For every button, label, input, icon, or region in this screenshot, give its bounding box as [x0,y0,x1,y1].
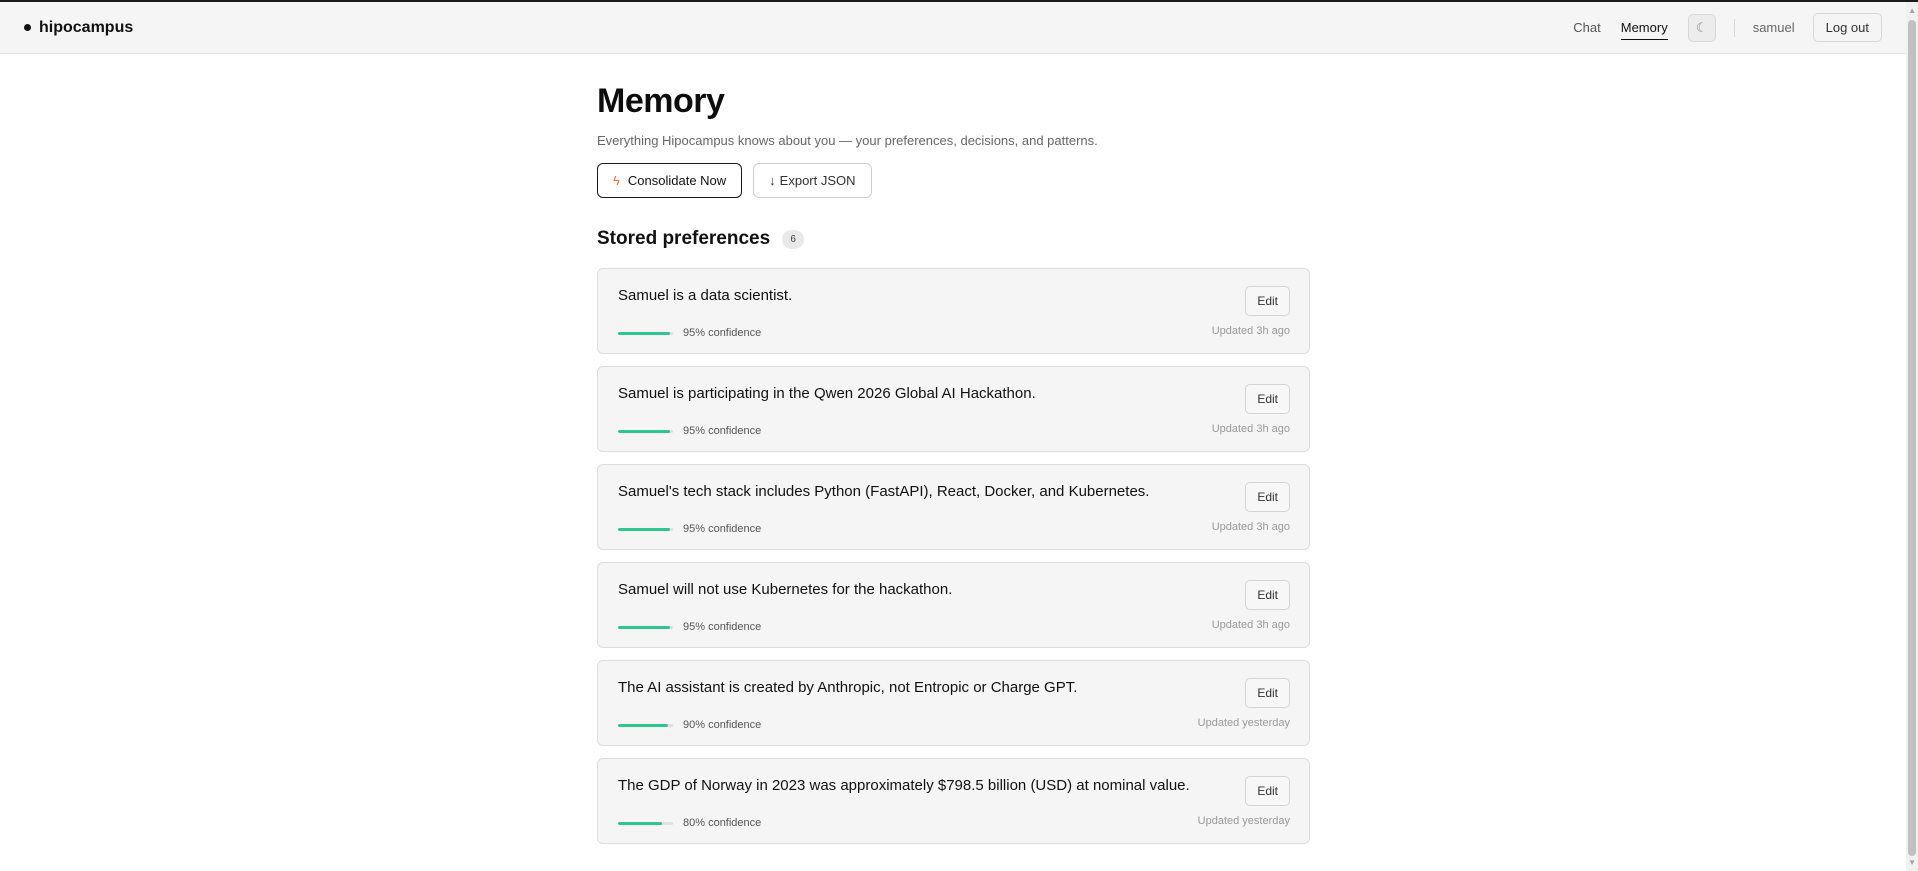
preference-card: Samuel is participating in the Qwen 2026… [597,366,1310,452]
confidence-bar [618,331,673,335]
bolt-icon: ϟ [613,173,620,188]
edit-button[interactable]: Edit [1245,286,1290,316]
edit-button[interactable]: Edit [1245,482,1290,512]
confidence-label: 95% confidence [683,425,762,437]
nav-link-memory[interactable]: Memory [1620,16,1668,40]
updated-timestamp: Updated 3h ago [1211,423,1290,435]
confidence-bar [618,625,673,629]
preference-text: The GDP of Norway in 2023 was approximat… [618,777,1190,794]
count-badge: 6 [782,229,805,249]
updated-timestamp: Updated 3h ago [1211,521,1290,533]
brand-name: hipocampus [39,18,134,36]
username: samuel [1752,20,1795,35]
confidence-row: 95% confidence [618,523,761,535]
nav-divider [1733,18,1735,37]
confidence-row: 95% confidence [618,621,761,633]
scroll-up-arrow-icon[interactable]: ▲ [1908,6,1916,15]
preference-card: The GDP of Norway in 2023 was approximat… [597,758,1310,844]
export-json-button[interactable]: ↓ Export JSON [753,163,872,198]
top-navbar: hipocampus Chat Memory ☾ samuel Log out [0,2,1906,54]
confidence-row: 95% confidence [618,327,761,339]
arrow-down-icon: ↓ [769,173,776,188]
confidence-label: 95% confidence [683,523,762,535]
consolidate-now-button[interactable]: ϟ Consolidate Now [597,163,743,198]
confidence-bar [618,821,673,825]
page-scrollbar[interactable]: ▲ ▼ [1906,2,1918,871]
preference-card: Samuel will not use Kubernetes for the h… [597,562,1310,648]
confidence-label: 90% confidence [683,719,762,731]
logout-button[interactable]: Log out [1812,13,1882,42]
section-title: Stored preferences [597,228,771,249]
edit-button[interactable]: Edit [1245,384,1290,414]
confidence-row: 95% confidence [618,425,761,437]
updated-timestamp: Updated 3h ago [1211,325,1290,337]
theme-toggle-button[interactable]: ☾ [1687,13,1716,42]
preference-text: Samuel is participating in the Qwen 2026… [618,385,1036,402]
confidence-label: 80% confidence [683,817,762,829]
edit-button[interactable]: Edit [1245,580,1290,610]
confidence-fill [618,429,671,433]
consolidate-now-label: Consolidate Now [627,173,727,188]
page-title: Memory [597,82,725,120]
confidence-fill [618,723,668,727]
confidence-fill [618,527,671,531]
page-subtitle: Everything Hipocampus knows about you — … [597,133,1098,148]
preferences-list: Samuel is a data scientist. Edit 95% con… [597,268,1310,844]
confidence-fill [618,625,671,629]
preference-text: The AI assistant is created by Anthropic… [618,679,1078,696]
moon-icon: ☾ [1695,19,1708,35]
preference-card: The AI assistant is created by Anthropic… [597,660,1310,746]
nav-link-chat[interactable]: Chat [1573,16,1600,39]
memory-page: Memory Everything Hipocampus knows about… [597,54,1310,856]
edit-button[interactable]: Edit [1245,678,1290,708]
updated-timestamp: Updated yesterday [1197,815,1290,827]
preference-text: Samuel's tech stack includes Python (Fas… [618,483,1150,500]
scroll-thumb[interactable] [1908,20,1916,856]
export-json-label: Export JSON [779,173,856,188]
preference-card: Samuel is a data scientist. Edit 95% con… [597,268,1310,354]
preference-text: Samuel will not use Kubernetes for the h… [618,581,953,598]
action-bar: ϟ Consolidate Now ↓ Export JSON [597,163,1310,198]
confidence-fill [618,821,662,825]
confidence-label: 95% confidence [683,327,762,339]
confidence-bar [618,527,673,531]
confidence-row: 90% confidence [618,719,761,731]
confidence-fill [618,331,671,335]
scroll-down-arrow-icon[interactable]: ▼ [1908,858,1916,867]
confidence-label: 95% confidence [683,621,762,633]
brand[interactable]: hipocampus [24,19,133,37]
confidence-row: 80% confidence [618,817,761,829]
preference-card: Samuel's tech stack includes Python (Fas… [597,464,1310,550]
nav-right: Chat Memory ☾ samuel Log out [1553,13,1882,42]
preference-text: Samuel is a data scientist. [618,287,793,304]
stored-preferences-header: Stored preferences 6 [597,228,1310,250]
confidence-bar [618,723,673,727]
updated-timestamp: Updated yesterday [1197,717,1290,729]
edit-button[interactable]: Edit [1245,776,1290,806]
updated-timestamp: Updated 3h ago [1211,619,1290,631]
confidence-bar [618,429,673,433]
brand-dot-icon [24,24,31,31]
